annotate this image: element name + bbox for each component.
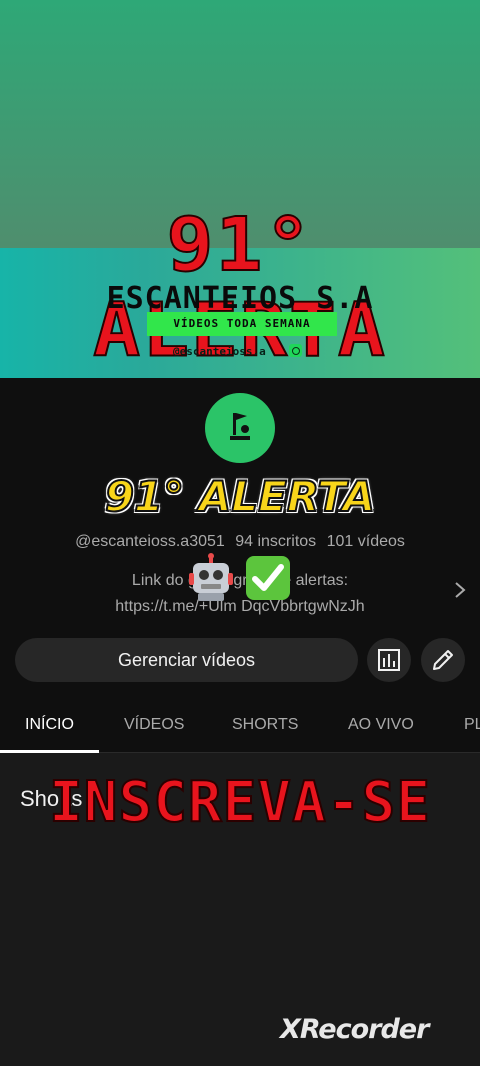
video-count: 101 vídeos: [326, 533, 405, 550]
channel-avatar[interactable]: [205, 393, 275, 463]
chevron-right-icon[interactable]: [452, 580, 468, 600]
tab-playlists[interactable]: PL: [464, 716, 480, 734]
tab-inicio[interactable]: INÍCIO: [25, 716, 74, 734]
tab-shorts[interactable]: SHORTS: [232, 716, 298, 734]
overlay-cta: INSCREVA-SE: [48, 769, 431, 836]
pencil-icon: [433, 650, 453, 670]
description-line-2: https://t.me/+Ulm DqcVbbrtgwNzJh: [115, 598, 365, 615]
overlay-title: 91° ALERTA: [104, 471, 376, 522]
channel-banner: 91° ALERTA ESCANTEIOS S.A VÍDEOS TODA SE…: [0, 0, 480, 378]
channel-tabs: INÍCIO VÍDEOS SHORTS AO VIVO PL: [0, 702, 480, 753]
avatar-logo-icon: [230, 413, 250, 440]
edit-button[interactable]: [421, 638, 465, 682]
whatsapp-icon: [289, 344, 302, 357]
manage-videos-button[interactable]: Gerenciar vídeos: [15, 638, 358, 682]
robot-emoji: [189, 553, 233, 601]
description-line-1: Link do grupo gr ito de alertas:: [131, 572, 349, 589]
tab-ao-vivo[interactable]: AO VIVO: [348, 716, 414, 734]
channel-stats: @escanteioss.a3051 94 inscritos 101 víde…: [0, 533, 480, 551]
channel-handle: @escanteioss.a3051: [75, 533, 225, 550]
banner-subtitle: ESCANTEIOS S.A: [106, 281, 374, 316]
check-emoji: [246, 556, 290, 600]
channel-description[interactable]: Link do grupo gr ito de alertas: https:/…: [40, 568, 440, 620]
analytics-button[interactable]: [367, 638, 411, 682]
banner-chip: VÍDEOS TODA SEMANA: [147, 312, 337, 336]
subscriber-count: 94 inscritos: [235, 533, 317, 550]
analytics-icon: [378, 649, 400, 671]
recorder-watermark: XRecorder: [280, 1014, 429, 1045]
banner-handle: @escanteioss.a: [173, 345, 266, 358]
tab-videos[interactable]: VÍDEOS: [124, 716, 184, 734]
